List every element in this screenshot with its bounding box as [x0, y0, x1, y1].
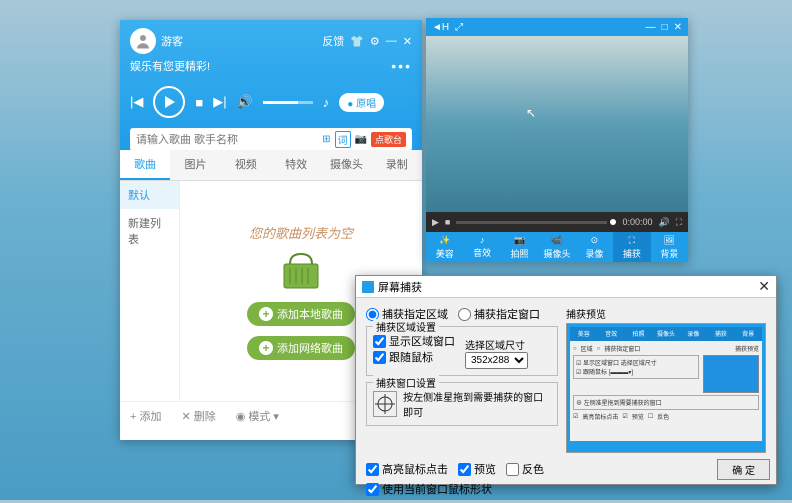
footer-mode[interactable]: ◉ 模式 ▾ [236, 408, 279, 424]
feedback-link[interactable]: 反馈 [322, 33, 344, 49]
mini-tool: 摄像头 [652, 327, 679, 341]
add-local-button[interactable]: +添加本地歌曲 [247, 302, 355, 326]
vp-volume-icon[interactable]: 🔊 [658, 217, 669, 228]
tab-effects[interactable]: 特效 [271, 150, 321, 180]
tab-videos[interactable]: 视频 [221, 150, 271, 180]
capture-preview: 美容 音效 拍照 摄像头 录像 捕获 背景 ○区域○捕获指定窗口捕获预览 ☑ 显… [566, 323, 766, 453]
add-net-label: 添加网络歌曲 [277, 340, 343, 356]
tool-record[interactable]: ⊙录像 [576, 232, 613, 262]
video-player-window: ◄H ⤢ — □ ✕ ↖ ▶ ■ 0:00:00 🔊 ⛶ ✨美容 ♪音效 📷拍照… [426, 18, 688, 262]
expand-icon[interactable]: ⤢ [455, 22, 463, 33]
lyric-button[interactable]: 词 [335, 131, 351, 148]
camera-icon[interactable]: 📷 [355, 134, 367, 145]
shuffle-icon[interactable]: ♪ [323, 95, 330, 110]
check-preview[interactable]: 预览 [458, 461, 496, 477]
player-header: 游客 反馈 👕 ⚙ — ✕ 娱乐有您更精彩! ••• |◀ ■ ▶| 🔊 ♪ ● … [120, 20, 422, 150]
check-follow-mouse[interactable]: 跟随鼠标 [373, 349, 455, 365]
vp-close-icon[interactable]: ✕ [674, 22, 682, 33]
original-vocal-button[interactable]: ● 原唱 [339, 93, 384, 112]
tab-images[interactable]: 图片 [170, 150, 220, 180]
preview-label: 捕获预览 [566, 306, 766, 321]
video-controls: ▶ ■ 0:00:00 🔊 ⛶ [426, 212, 688, 232]
size-select[interactable]: 352x288 [465, 352, 528, 369]
slogan: 娱乐有您更精彩! [130, 61, 210, 73]
tool-photo[interactable]: 📷拍照 [501, 232, 538, 262]
check-use-cursor[interactable]: 使用当前窗口鼠标形状 [366, 481, 766, 497]
check-invert[interactable]: 反色 [506, 461, 544, 477]
mini-preview-box [703, 355, 759, 393]
back-icon[interactable]: ◄H [432, 22, 449, 33]
dialog-close-icon[interactable]: ✕ [758, 278, 770, 295]
window-hint: 按左侧准星拖到需要捕获的窗口即可 [403, 389, 551, 419]
footer-add[interactable]: + 添加 [130, 408, 161, 424]
vp-maximize-icon[interactable]: □ [662, 22, 668, 33]
volume-icon[interactable]: 🔊 [237, 94, 253, 110]
next-track-button[interactable]: ▶| [213, 94, 226, 110]
tab-record[interactable]: 录制 [372, 150, 422, 180]
radio-window[interactable]: 捕获指定窗口 [458, 306, 540, 322]
check-highlight[interactable]: 高亮鼠标点击 [366, 461, 448, 477]
tool-camera[interactable]: 📹摄像头 [538, 232, 575, 262]
dialog-icon [362, 281, 374, 293]
tab-songs[interactable]: 歌曲 [120, 150, 170, 180]
video-viewport[interactable]: ↖ [426, 36, 688, 212]
sidebar-item-default[interactable]: 默认 [120, 181, 179, 209]
progress-thumb[interactable] [610, 219, 616, 225]
ok-button[interactable]: 确 定 [717, 459, 770, 480]
area-group-title: 捕获区域设置 [373, 319, 439, 334]
close-icon[interactable]: ✕ [403, 35, 412, 48]
area-settings-group: 捕获区域设置 显示区域窗口 跟随鼠标 选择区域尺寸 352x288 [366, 326, 558, 376]
size-label: 选择区域尺寸 [465, 337, 528, 352]
vp-minimize-icon[interactable]: — [646, 22, 656, 33]
mini-tool: 音效 [597, 327, 624, 341]
avatar[interactable] [130, 28, 156, 54]
username: 游客 [161, 33, 322, 49]
tool-capture[interactable]: ⛶捕获 [613, 232, 650, 262]
fullscreen-icon[interactable]: ⛶ [676, 217, 682, 228]
prev-track-button[interactable]: |◀ [130, 94, 143, 110]
mini-tool: 录像 [680, 327, 707, 341]
player-tabs: 歌曲 图片 视频 特效 摄像头 录制 [120, 150, 422, 181]
dialog-title: 屏幕捕获 [378, 279, 422, 295]
minimize-icon[interactable]: — [386, 35, 397, 47]
cursor-icon: ↖ [526, 106, 536, 120]
add-local-label: 添加本地歌曲 [277, 306, 343, 322]
grid-icon[interactable]: ⊞ [322, 134, 330, 145]
tool-beauty[interactable]: ✨美容 [426, 232, 463, 262]
empty-text: 您的歌曲列表为空 [249, 223, 353, 242]
vp-play-button[interactable]: ▶ [432, 217, 439, 228]
video-titlebar: ◄H ⤢ — □ ✕ [426, 18, 688, 36]
video-toolbar: ✨美容 ♪音效 📷拍照 📹摄像头 ⊙录像 ⛶捕获 🖼背景 [426, 232, 688, 262]
playlist-sidebar: 默认 新建列表 [120, 181, 180, 401]
sidebar-item-newlist[interactable]: 新建列表 [120, 209, 179, 253]
mini-tool: 背景 [735, 327, 762, 341]
dialog-titlebar: 屏幕捕获 ✕ [356, 276, 776, 298]
footer-delete[interactable]: ✕ 删除 [181, 408, 215, 424]
volume-slider[interactable] [263, 101, 313, 104]
vp-stop-button[interactable]: ■ [445, 217, 450, 227]
tool-sound[interactable]: ♪音效 [463, 232, 500, 262]
check-show-window[interactable]: 显示区域窗口 [373, 333, 455, 349]
window-group-title: 捕获窗口设置 [373, 375, 439, 390]
gear-icon[interactable]: ⚙ [370, 35, 380, 48]
stop-button[interactable]: ■ [195, 95, 203, 110]
capture-dialog: 屏幕捕获 ✕ 捕获指定区域 捕获指定窗口 捕获区域设置 显示区域窗口 跟随鼠标 … [355, 275, 777, 485]
progress-slider[interactable] [456, 221, 607, 224]
search-input[interactable] [136, 134, 322, 146]
tool-background[interactable]: 🖼背景 [651, 232, 688, 262]
basket-icon [276, 252, 326, 292]
play-button[interactable] [153, 86, 185, 118]
kge-badge[interactable]: 点歌台 [371, 132, 406, 147]
shirt-icon[interactable]: 👕 [350, 35, 364, 48]
window-settings-group: 捕获窗口设置 按左侧准星拖到需要捕获的窗口即可 [366, 382, 558, 426]
add-network-button[interactable]: +添加网络歌曲 [247, 336, 355, 360]
tab-camera[interactable]: 摄像头 [321, 150, 371, 180]
mini-tool: 拍照 [625, 327, 652, 341]
mini-tool: 捕获 [707, 327, 734, 341]
crosshair-icon[interactable] [373, 391, 397, 417]
time-display: 0:00:00 [622, 217, 652, 227]
more-dots-icon[interactable]: ••• [391, 58, 412, 74]
mini-tool: 美容 [570, 327, 597, 341]
